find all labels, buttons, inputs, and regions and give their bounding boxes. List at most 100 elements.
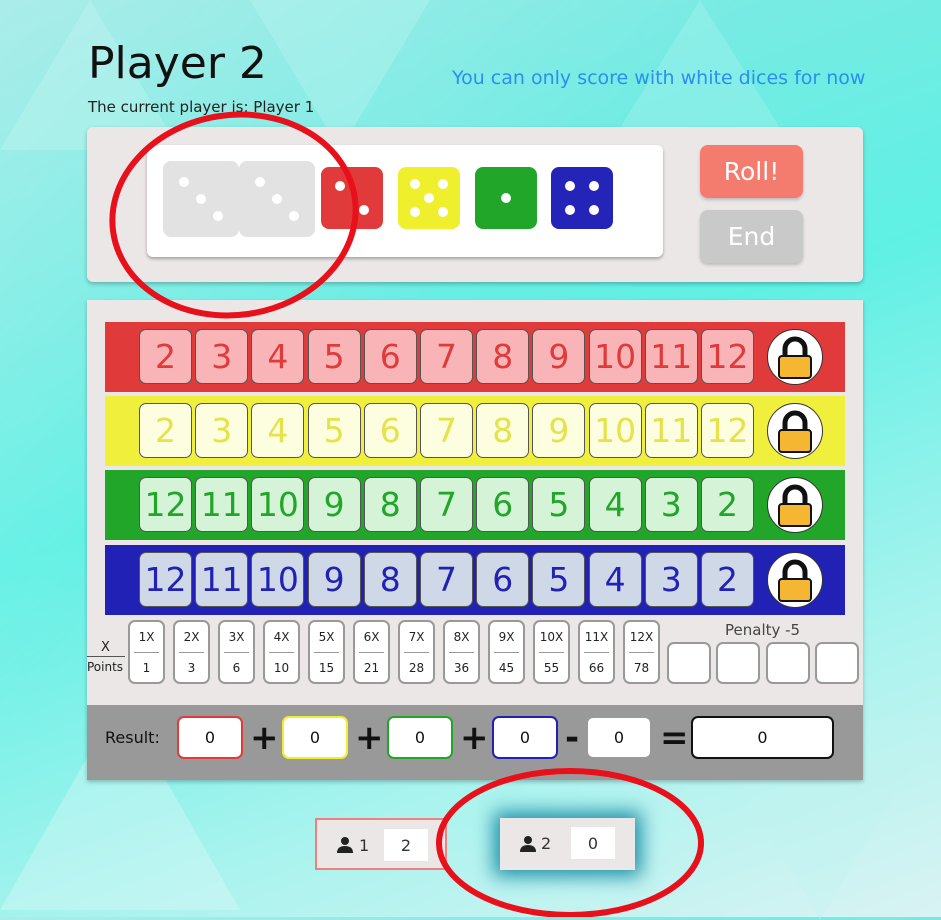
blue-cell[interactable]: 7 xyxy=(420,552,473,607)
multiplier-box: 12X 78 xyxy=(623,620,660,684)
blue-cell[interactable]: 4 xyxy=(588,552,642,607)
red-cell[interactable]: 2 xyxy=(139,329,192,384)
red-row: 2 3 4 5 6 7 8 9 10 11 12 xyxy=(105,322,845,392)
multiplier-box: 3X 6 xyxy=(218,620,255,684)
red-cell[interactable]: 7 xyxy=(420,329,473,384)
white-die-2[interactable] xyxy=(239,161,315,237)
penalty-box-3[interactable] xyxy=(766,642,810,684)
score-board: 2 3 4 5 6 7 8 9 10 11 12 2 3 4 5 6 7 8 9 10 11 12 12 11 10 9 8 7 6… xyxy=(87,300,863,780)
die-pip xyxy=(213,211,224,222)
green-cell[interactable]: 4 xyxy=(588,477,642,532)
lock-icon[interactable] xyxy=(767,477,823,533)
multiplier-box: 1X 1 xyxy=(128,620,165,684)
plus-sign: + xyxy=(355,718,384,758)
green-cell[interactable]: 7 xyxy=(420,477,473,532)
red-cell[interactable]: 10 xyxy=(588,329,642,384)
blue-die[interactable] xyxy=(551,167,613,229)
blue-cell[interactable]: 10 xyxy=(251,552,305,607)
green-cell[interactable]: 8 xyxy=(363,477,417,532)
roll-button[interactable]: Roll! xyxy=(700,145,803,198)
blue-cell[interactable]: 6 xyxy=(476,552,530,607)
multiplier-label: 6X xyxy=(363,629,380,644)
green-cell[interactable]: 9 xyxy=(307,477,361,532)
multiplier-points: 28 xyxy=(408,660,425,675)
green-cell[interactable]: 3 xyxy=(644,477,698,532)
blue-cell[interactable]: 2 xyxy=(701,552,754,607)
die-pip xyxy=(272,194,282,204)
yellow-cell[interactable]: 4 xyxy=(251,403,305,458)
multiplier-box: 2X 3 xyxy=(173,620,210,684)
multiplier-points: 36 xyxy=(453,660,470,675)
die-pip xyxy=(410,206,421,217)
die-pip xyxy=(254,176,265,187)
green-cell[interactable]: 11 xyxy=(195,477,249,532)
red-cell[interactable]: 9 xyxy=(532,329,586,384)
blue-cell[interactable]: 12 xyxy=(139,552,192,607)
multiplier-box: 6X 21 xyxy=(353,620,390,684)
green-total: 0 xyxy=(387,716,453,759)
lock-icon[interactable] xyxy=(767,403,823,459)
player-2-card[interactable]: 2 0 xyxy=(500,818,635,870)
yellow-cell[interactable]: 10 xyxy=(588,403,642,458)
green-cell[interactable]: 6 xyxy=(476,477,530,532)
penalty-box-2[interactable] xyxy=(716,642,760,684)
multiplier-points: 21 xyxy=(363,660,380,675)
page-title: Player 2 xyxy=(88,38,267,89)
die-pip xyxy=(589,180,600,191)
blue-cell[interactable]: 5 xyxy=(532,552,586,607)
yellow-cell[interactable]: 11 xyxy=(644,403,698,458)
blue-cell[interactable]: 9 xyxy=(307,552,361,607)
lock-icon[interactable] xyxy=(767,329,823,385)
red-cell[interactable]: 6 xyxy=(363,329,417,384)
player-2-score: 0 xyxy=(571,827,615,859)
penalty-box-4[interactable] xyxy=(815,642,859,684)
green-cell[interactable]: 5 xyxy=(532,477,586,532)
yellow-cell[interactable]: 7 xyxy=(420,403,473,458)
green-cell[interactable]: 12 xyxy=(139,477,192,532)
die-pip xyxy=(178,176,189,187)
red-cell[interactable]: 12 xyxy=(701,329,754,384)
result-label: Result: xyxy=(105,728,160,747)
yellow-cell[interactable]: 5 xyxy=(307,403,361,458)
player-2-number: 2 xyxy=(541,834,552,853)
blue-cell[interactable]: 11 xyxy=(195,552,249,607)
die-pip xyxy=(501,193,511,203)
result-bar: Result: 0 + 0 + 0 + 0 - 0 = 0 xyxy=(87,705,863,780)
grand-total: 0 xyxy=(691,716,834,759)
yellow-cell[interactable]: 3 xyxy=(195,403,249,458)
red-cell[interactable]: 8 xyxy=(476,329,530,384)
multiplier-label: 11X xyxy=(584,629,609,644)
player-1-card[interactable]: 1 2 xyxy=(315,818,447,870)
yellow-die[interactable] xyxy=(398,167,460,229)
multiplier-points: 10 xyxy=(273,660,290,675)
end-button[interactable]: End xyxy=(700,210,803,263)
blue-cell[interactable]: 3 xyxy=(644,552,698,607)
red-cell[interactable]: 4 xyxy=(251,329,305,384)
penalty-total: 0 xyxy=(586,716,652,759)
yellow-cell[interactable]: 6 xyxy=(363,403,417,458)
red-cell[interactable]: 5 xyxy=(307,329,361,384)
multiplier-box: 8X 36 xyxy=(443,620,480,684)
red-cell[interactable]: 11 xyxy=(644,329,698,384)
penalty-box-1[interactable] xyxy=(667,642,711,684)
multiplier-label: 8X xyxy=(453,629,470,644)
blue-total: 0 xyxy=(492,716,558,759)
green-cell[interactable]: 2 xyxy=(701,477,754,532)
red-die[interactable] xyxy=(321,167,383,229)
lock-icon[interactable] xyxy=(767,552,823,608)
yellow-cell[interactable]: 12 xyxy=(701,403,754,458)
green-die[interactable] xyxy=(475,167,537,229)
yellow-cell[interactable]: 2 xyxy=(139,403,192,458)
blue-cell[interactable]: 8 xyxy=(363,552,417,607)
multiplier-box: 9X 45 xyxy=(488,620,525,684)
yellow-cell[interactable]: 8 xyxy=(476,403,530,458)
green-cell[interactable]: 10 xyxy=(251,477,305,532)
points-label: Points xyxy=(87,660,124,674)
multiplier-label: 12X xyxy=(629,629,654,644)
red-cell[interactable]: 3 xyxy=(195,329,249,384)
die-pip xyxy=(564,205,575,216)
multiplier-points: 66 xyxy=(588,660,605,675)
yellow-cell[interactable]: 9 xyxy=(532,403,586,458)
white-die-1[interactable] xyxy=(163,161,239,237)
red-total: 0 xyxy=(177,716,243,759)
